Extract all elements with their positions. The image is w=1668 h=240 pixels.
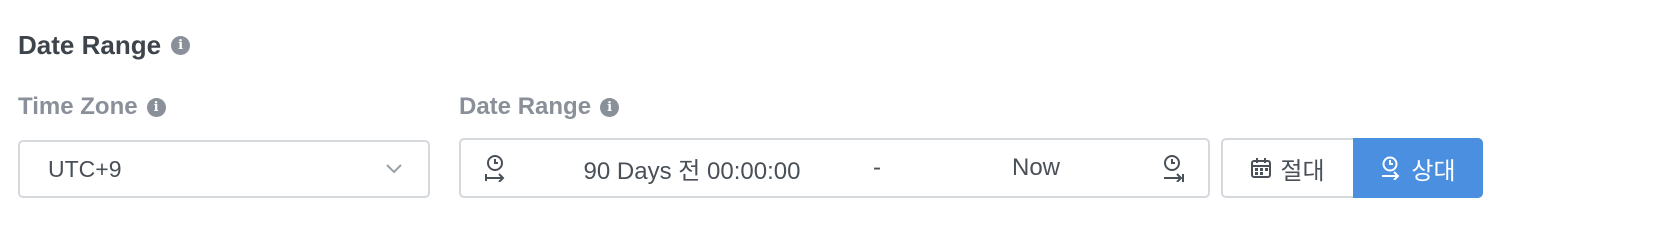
absolute-mode-label: 절대 [1280,157,1325,185]
date-range-separator: - [873,154,881,181]
date-range-end[interactable]: Now [911,154,1161,182]
date-mode-toggle: 절대 상대 [1221,138,1483,198]
date-range-start[interactable]: 90 Days 전 00:00:00 [527,151,857,186]
date-range-label: Date Range i [459,93,620,121]
relative-mode-button[interactable]: 상대 [1353,138,1483,198]
info-icon[interactable]: i [146,97,166,117]
date-range-input[interactable]: 90 Days 전 00:00:00 - Now [459,138,1210,198]
info-icon[interactable]: i [600,97,620,117]
chevron-down-icon [386,164,402,174]
time-zone-label-text: Time Zone [18,93,138,120]
clock-arrow-start-icon [1380,156,1402,180]
date-range-label-text: Date Range [459,93,592,120]
calendar-icon [1251,158,1272,178]
absolute-mode-button[interactable]: 절대 [1221,138,1353,198]
time-zone-label: Time Zone i [18,93,166,121]
section-title: Date Range i [18,30,191,61]
relative-mode-label: 상대 [1411,157,1456,185]
clock-arrow-start-icon [483,154,507,182]
clock-arrow-end-icon [1162,154,1186,182]
info-icon[interactable]: i [171,36,191,55]
time-zone-value: UTC+9 [48,155,122,182]
time-zone-select[interactable]: UTC+9 [18,140,430,198]
section-title-text: Date Range [18,30,162,60]
